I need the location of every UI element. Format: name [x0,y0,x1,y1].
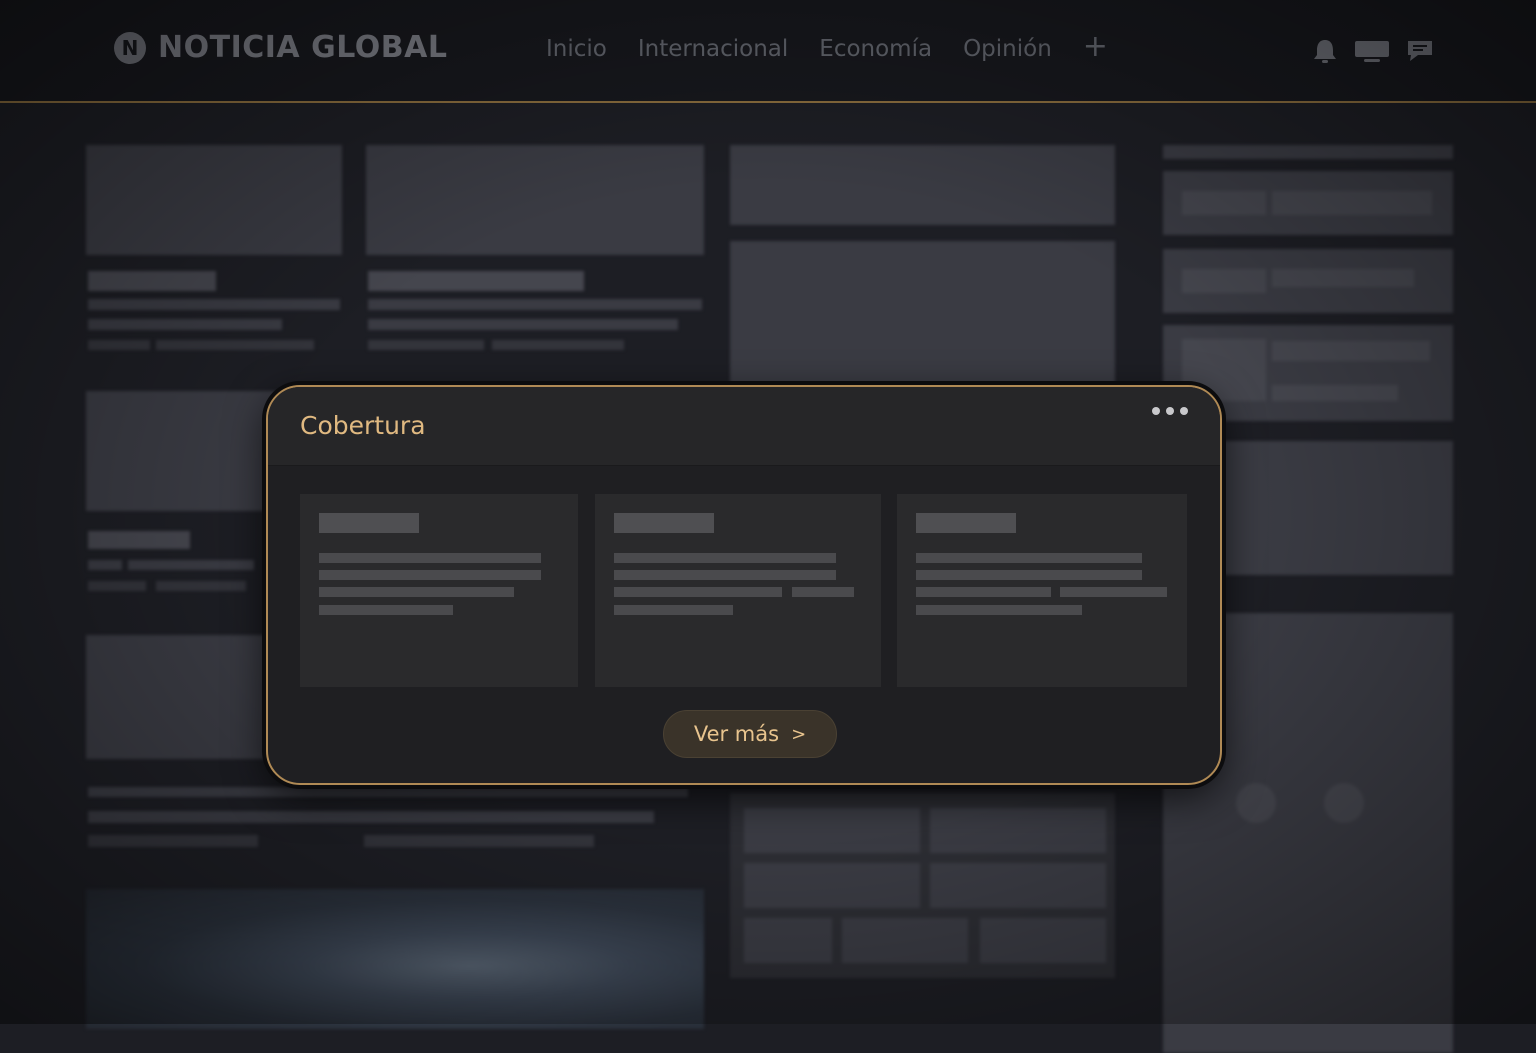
bg-banner [730,145,1115,225]
bg-text-line [88,787,688,797]
bg-article-image [86,145,342,255]
bg-text-line [88,340,150,350]
nav-item-internacional[interactable]: Internacional [638,36,788,62]
card-text-placeholder [916,553,1142,563]
coverage-modal: Cobertura Ver más > [266,385,1222,785]
bg-article-image [86,391,276,511]
nav-item-opinion[interactable]: Opinión [963,36,1052,62]
bg-text-line [1182,191,1266,215]
card-text-placeholder [916,570,1142,580]
screen-icon[interactable] [1354,38,1390,68]
card-text-placeholder [319,605,453,615]
card-text-placeholder [614,553,836,563]
more-dots-icon[interactable] [1150,403,1190,422]
bg-text-line [368,271,584,291]
chevron-right-icon: > [791,723,807,745]
bg-text-line [128,560,254,570]
header-icons [1312,38,1450,68]
bg-text-line [492,340,624,350]
bg-text-line [368,299,702,310]
card-text-placeholder [916,587,1051,597]
nav-item-economia[interactable]: Economía [819,36,932,62]
modal-header: Cobertura [268,387,1220,466]
bg-table-cell [744,918,832,963]
bg-table-cell [744,863,920,908]
bg-text-line [88,531,190,549]
bg-text-line [88,299,340,310]
bg-table-cell [842,918,968,963]
bg-text-line [1182,269,1266,293]
card-text-placeholder [792,587,854,597]
bg-text-line [1272,269,1414,287]
modal-title: Cobertura [300,411,426,440]
see-more-button[interactable]: Ver más > [663,710,837,758]
bg-sidebar-header [1163,145,1453,159]
bg-text-line [1272,341,1430,361]
site-header: N NOTICIA GLOBAL Inicio Internacional Ec… [0,0,1536,103]
bg-text-line [88,271,216,291]
bg-text-line [88,319,282,330]
coverage-card[interactable] [595,494,881,687]
card-text-placeholder [916,605,1082,615]
logo-mark-icon: N [114,31,146,64]
bg-table-cell [930,863,1106,908]
bg-text-line [1272,385,1398,401]
main-nav: Inicio Internacional Economía Opinión + [546,32,1108,63]
bg-text-line [368,340,484,350]
bg-article-image [86,635,276,759]
bg-article-image [366,145,704,255]
card-title-placeholder [319,513,419,533]
add-section-button[interactable]: + [1083,32,1108,62]
card-text-placeholder [319,570,541,580]
bg-text-line [88,811,654,823]
card-title-placeholder [614,513,714,533]
bg-player-button [1236,783,1276,823]
bg-player-button [1324,783,1364,823]
bg-table-cell [744,808,920,853]
site-logo[interactable]: N NOTICIA GLOBAL [114,30,447,65]
bg-text-line [364,835,594,847]
bg-text-line [156,581,246,591]
logo-text: NOTICIA GLOBAL [158,30,448,65]
bg-globe-image [86,889,704,1029]
bg-table-cell [930,808,1106,853]
card-text-placeholder [319,587,514,597]
bg-table-cell [980,918,1106,963]
bg-text-line [88,581,146,591]
coverage-card[interactable] [300,494,578,687]
card-text-placeholder [614,570,836,580]
bell-icon[interactable] [1312,38,1338,68]
chat-icon[interactable] [1406,38,1434,68]
card-title-placeholder [916,513,1016,533]
see-more-label: Ver más [693,722,780,746]
bg-text-line [1272,191,1432,215]
bg-video-panel [730,241,1115,391]
card-text-placeholder [614,605,733,615]
card-text-placeholder [614,587,782,597]
bg-text-line [368,319,678,330]
bg-text-line [156,340,314,350]
card-text-placeholder [1060,587,1167,597]
bg-text-line [88,560,122,570]
card-text-placeholder [319,553,541,563]
bg-text-line [88,835,258,847]
nav-item-inicio[interactable]: Inicio [546,36,607,62]
coverage-card[interactable] [897,494,1187,687]
